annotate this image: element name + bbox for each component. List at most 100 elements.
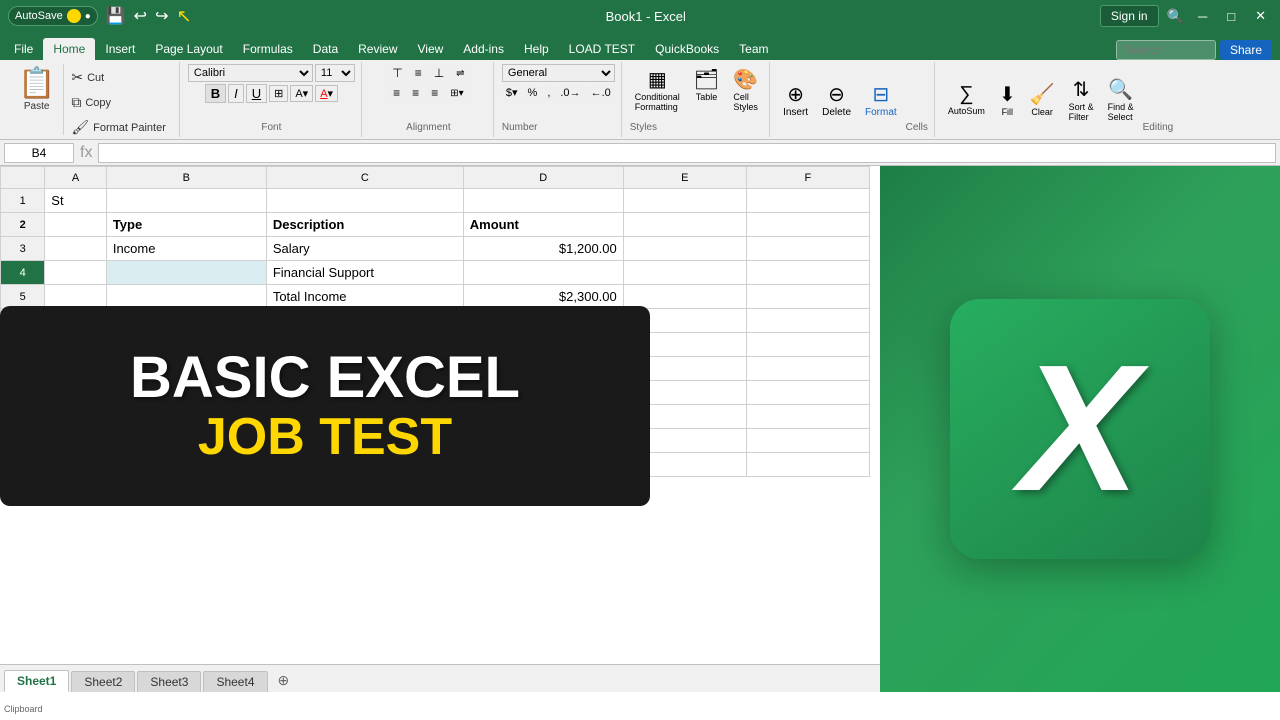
align-middle-button[interactable]: ≡ <box>410 64 427 82</box>
cell-e5[interactable] <box>623 285 746 309</box>
tab-home[interactable]: Home <box>43 38 95 60</box>
minimize-button[interactable]: ─ <box>1192 7 1213 26</box>
decrease-decimal-button[interactable]: ←.0 <box>587 85 615 101</box>
insert-cells-button[interactable]: ⊕ Insert <box>778 79 813 121</box>
cell-b1[interactable] <box>106 189 266 213</box>
format-painter-button[interactable]: 🖌 Format Painter <box>66 116 171 139</box>
search-input[interactable] <box>1116 40 1216 60</box>
merge-cells-button[interactable]: ⊞▾ <box>445 84 468 102</box>
paste-button[interactable]: 📋 Paste <box>10 64 64 135</box>
sheet-tab-4[interactable]: Sheet4 <box>203 671 267 692</box>
tab-formulas[interactable]: Formulas <box>233 38 303 60</box>
cell-c1[interactable] <box>266 189 463 213</box>
wrap-text-button[interactable]: ⇌ <box>451 64 469 82</box>
tab-team[interactable]: Team <box>729 38 778 60</box>
cut-button[interactable]: ✂ Cut <box>66 66 171 89</box>
cell-styles-button[interactable]: 🎨 CellStyles <box>728 64 763 115</box>
cell-c4[interactable]: Financial Support <box>266 261 463 285</box>
cell-c2[interactable]: Description <box>266 213 463 237</box>
col-header-a[interactable]: A <box>45 167 107 189</box>
cell-e2[interactable] <box>623 213 746 237</box>
font-size-select[interactable]: 11 <box>315 64 355 82</box>
cell-f2[interactable] <box>746 213 869 237</box>
accounting-button[interactable]: $▾ <box>502 84 522 101</box>
col-header-f[interactable]: F <box>746 167 869 189</box>
delete-cells-button[interactable]: ⊖ Delete <box>817 79 856 121</box>
name-box[interactable] <box>4 143 74 163</box>
tab-quickbooks[interactable]: QuickBooks <box>645 38 729 60</box>
row-header-1[interactable]: 1 <box>1 189 45 213</box>
cell-f3[interactable] <box>746 237 869 261</box>
row-header-3[interactable]: 3 <box>1 237 45 261</box>
row-header-5[interactable]: 5 <box>1 285 45 309</box>
cell-c5[interactable]: Total Income <box>266 285 463 309</box>
cell-a1[interactable]: St <box>45 189 107 213</box>
cell-d1[interactable] <box>463 189 623 213</box>
sign-in-button[interactable]: Sign in <box>1100 5 1159 27</box>
tab-view[interactable]: View <box>408 38 454 60</box>
toolbar-icon-redo[interactable]: ↪ <box>155 6 168 26</box>
sheet-tab-1[interactable]: Sheet1 <box>4 670 69 692</box>
tab-addins[interactable]: Add-ins <box>453 38 514 60</box>
tab-loadtest[interactable]: LOAD TEST <box>559 38 645 60</box>
toolbar-icon-undo[interactable]: ↩ <box>134 6 147 26</box>
cell-b4[interactable] <box>106 261 266 285</box>
cell-a3[interactable] <box>45 237 107 261</box>
align-left-button[interactable]: ≡ <box>388 84 405 102</box>
comma-button[interactable]: , <box>543 85 554 101</box>
clear-button[interactable]: 🧹 Clear <box>1025 79 1060 120</box>
cell-e1[interactable] <box>623 189 746 213</box>
tab-help[interactable]: Help <box>514 38 559 60</box>
tab-insert[interactable]: Insert <box>95 38 145 60</box>
border-button[interactable]: ⊞ <box>269 85 288 102</box>
tab-page-layout[interactable]: Page Layout <box>145 38 232 60</box>
sheet-tab-2[interactable]: Sheet2 <box>71 671 135 692</box>
row-header-2[interactable]: 2 <box>1 213 45 237</box>
italic-button[interactable]: I <box>228 84 244 103</box>
maximize-button[interactable]: □ <box>1221 7 1241 26</box>
cell-f4[interactable] <box>746 261 869 285</box>
cell-f10[interactable] <box>746 405 869 429</box>
cell-f1[interactable] <box>746 189 869 213</box>
share-button[interactable]: Share <box>1220 40 1272 60</box>
cell-e4[interactable] <box>623 261 746 285</box>
col-header-e[interactable]: E <box>623 167 746 189</box>
copy-button[interactable]: ⧉ Copy <box>66 91 171 114</box>
increase-decimal-button[interactable]: .0→ <box>556 85 584 101</box>
cell-b2[interactable]: Type <box>106 213 266 237</box>
sort-filter-button[interactable]: ⇅ Sort &Filter <box>1064 74 1099 125</box>
conditional-formatting-button[interactable]: ▦ ConditionalFormatting <box>630 64 685 115</box>
font-color-button[interactable]: A▾ <box>315 85 338 102</box>
autosave-toggle[interactable]: AutoSave ● <box>8 6 98 26</box>
tab-review[interactable]: Review <box>348 38 407 60</box>
cell-b5[interactable] <box>106 285 266 309</box>
percent-button[interactable]: % <box>524 85 542 101</box>
add-sheet-button[interactable]: ⊕ <box>270 669 298 692</box>
number-format-select[interactable]: General Number Currency <box>502 64 615 82</box>
col-header-c[interactable]: C <box>266 167 463 189</box>
find-select-button[interactable]: 🔍 Find &Select <box>1103 74 1139 125</box>
font-family-select[interactable]: Calibri <box>188 64 313 82</box>
tab-data[interactable]: Data <box>303 38 348 60</box>
close-button[interactable]: ✕ <box>1249 6 1272 26</box>
align-top-button[interactable]: ⊤ <box>387 64 407 82</box>
cell-d5[interactable]: $2,300.00 <box>463 285 623 309</box>
cell-f11[interactable] <box>746 429 869 453</box>
cell-f9[interactable] <box>746 381 869 405</box>
autosum-button[interactable]: ∑ AutoSum <box>943 80 990 119</box>
align-right-button[interactable]: ≡ <box>426 84 443 102</box>
format-cells-button[interactable]: ⊟ Format <box>860 79 902 121</box>
cell-f6[interactable] <box>746 309 869 333</box>
formula-input[interactable] <box>98 143 1276 163</box>
cell-f5[interactable] <box>746 285 869 309</box>
cell-f12[interactable] <box>746 453 869 477</box>
align-center-button[interactable]: ≡ <box>407 84 424 102</box>
align-bottom-button[interactable]: ⊥ <box>429 64 449 82</box>
cell-f7[interactable] <box>746 333 869 357</box>
cell-d3[interactable]: $1,200.00 <box>463 237 623 261</box>
tab-file[interactable]: File <box>4 38 43 60</box>
cell-f8[interactable] <box>746 357 869 381</box>
cell-b3[interactable]: Income <box>106 237 266 261</box>
cell-a5[interactable] <box>45 285 107 309</box>
bold-button[interactable]: B <box>205 84 226 103</box>
